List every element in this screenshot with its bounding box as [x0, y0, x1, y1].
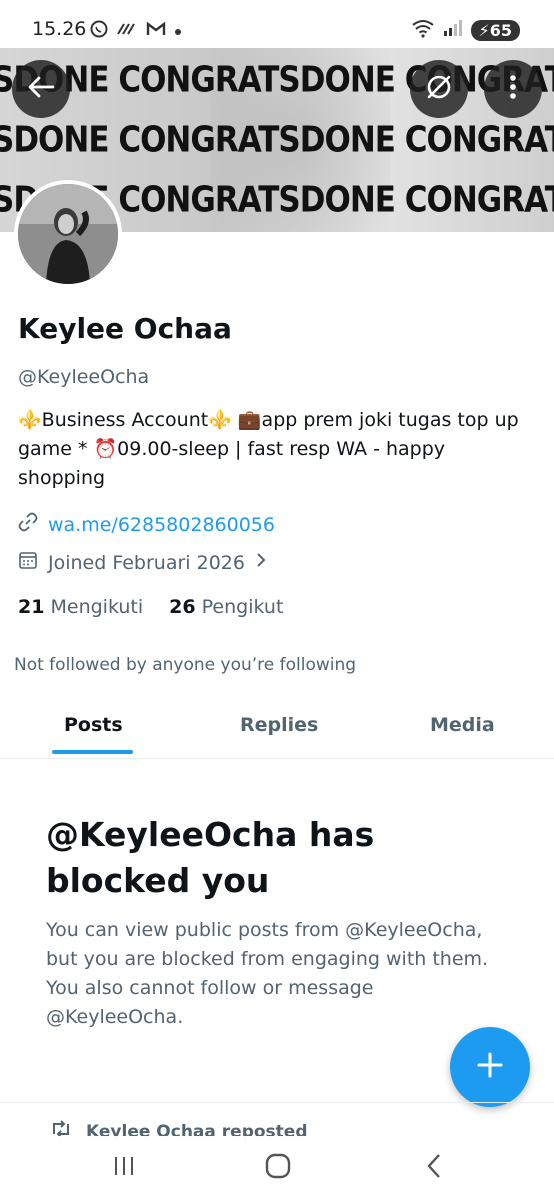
grok-button[interactable]	[410, 60, 468, 118]
chevron-right-icon	[255, 551, 267, 574]
following-count: 21	[18, 596, 45, 618]
signal-bars-icon	[116, 22, 138, 40]
whatsapp-icon	[90, 20, 108, 42]
avatar[interactable]	[14, 180, 122, 288]
back-button[interactable]	[12, 60, 70, 118]
followers-count: 26	[169, 596, 196, 618]
profile-link-row[interactable]: wa.me/6285802860056	[18, 512, 275, 537]
wifi-icon	[411, 18, 435, 42]
feed-divider	[0, 1102, 554, 1103]
system-back-button[interactable]	[412, 1148, 456, 1188]
recents-button[interactable]	[102, 1148, 146, 1188]
joined-date: Joined Februari 2026	[48, 551, 245, 574]
system-nav-bar	[0, 1136, 554, 1200]
active-tab-indicator	[52, 750, 133, 754]
grok-icon	[424, 72, 454, 106]
followers-link[interactable]: 26 Pengikut	[169, 596, 283, 618]
blocked-title: @KeyleeOcha has blocked you	[46, 815, 375, 900]
not-followed-note: Not followed by anyone you’re following	[14, 655, 357, 675]
compose-post-button[interactable]	[450, 1027, 530, 1107]
recents-icon	[112, 1155, 136, 1181]
link-icon	[18, 512, 38, 537]
banner-text-row-2: SDONE CONGRATSDONE CONGRATSDONE CONGRATS…	[0, 119, 554, 161]
avatar-photo	[18, 184, 118, 284]
status-notification-icons	[90, 20, 182, 42]
chevron-left-icon	[426, 1153, 442, 1183]
dot-icon	[174, 22, 182, 40]
status-time: 15.26	[32, 18, 87, 40]
profile-bio: ⚜️Business Account⚜️ 💼app prem joki tuga…	[18, 409, 519, 489]
followers-label: Pengikut	[201, 596, 284, 618]
calendar-icon	[18, 550, 38, 575]
cell-signal-icon	[443, 19, 463, 41]
home-icon	[265, 1153, 291, 1183]
tab-replies[interactable]: Replies	[240, 714, 318, 736]
plus-icon	[476, 1051, 504, 1083]
arrow-left-icon	[27, 75, 55, 103]
follow-stats: 21 Mengikuti 26 Pengikut	[18, 596, 283, 618]
home-button[interactable]	[256, 1148, 300, 1188]
status-bar: 15.26 ⚡65	[0, 0, 554, 48]
more-options-button[interactable]	[484, 60, 542, 118]
gmail-icon	[146, 21, 166, 41]
battery-level: 65	[489, 20, 512, 40]
banner-text-row-1: SDONE CONGRATSDONE CONGRATSDONE CONGRATS…	[0, 59, 554, 101]
status-system-icons: ⚡65	[411, 18, 520, 42]
following-link[interactable]: 21 Mengikuti	[18, 596, 143, 618]
following-label: Mengikuti	[50, 596, 144, 618]
profile-link[interactable]: wa.me/6285802860056	[48, 514, 275, 536]
blocked-description: You can view public posts from @KeyleeOc…	[46, 919, 489, 1028]
profile-handle: @KeyleeOcha	[18, 366, 150, 388]
battery-icon: ⚡65	[470, 19, 520, 41]
tab-posts[interactable]: Posts	[64, 714, 123, 736]
tab-media[interactable]: Media	[430, 714, 495, 736]
profile-name: Keylee Ochaa	[18, 312, 232, 345]
joined-row[interactable]: Joined Februari 2026	[18, 550, 267, 575]
profile-tabs: Posts Replies Media	[0, 696, 554, 759]
more-vertical-icon	[509, 74, 517, 104]
